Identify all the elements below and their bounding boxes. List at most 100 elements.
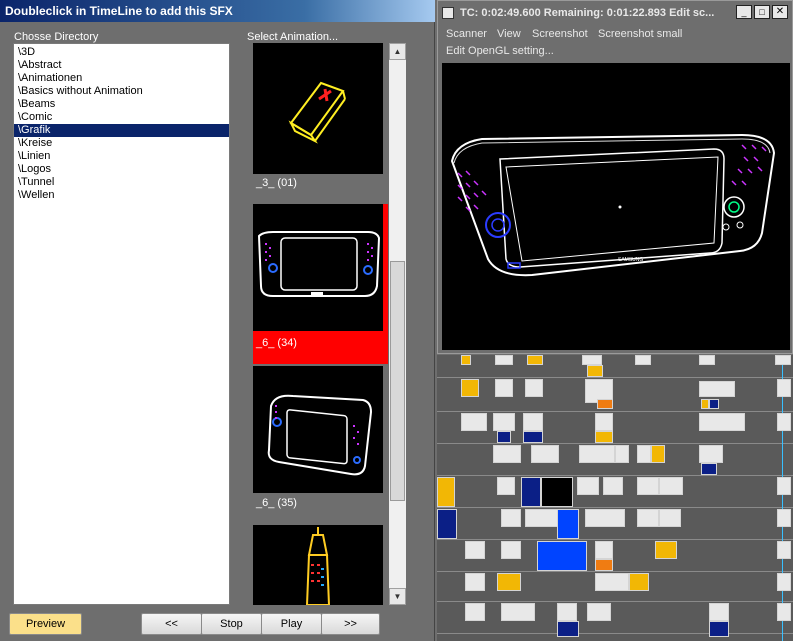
timeline-clip[interactable] — [557, 509, 579, 539]
timeline-clip[interactable] — [777, 477, 791, 495]
timeline-clip[interactable] — [777, 541, 791, 559]
animation-thumb-3[interactable] — [253, 366, 383, 493]
timeline-clip[interactable] — [577, 477, 599, 495]
directory-item[interactable]: \Basics without Animation — [14, 85, 229, 98]
timeline-clip[interactable] — [709, 621, 729, 637]
timeline-clip[interactable] — [603, 477, 623, 495]
timeline-clip[interactable] — [501, 603, 535, 621]
timeline-clip[interactable] — [557, 603, 577, 621]
timeline-clip[interactable] — [493, 445, 521, 463]
directory-item[interactable]: \Linien — [14, 150, 229, 163]
timeline-clip[interactable] — [437, 509, 457, 539]
directory-item[interactable]: \Tunnel — [14, 176, 229, 189]
directory-item[interactable]: \3D — [14, 46, 229, 59]
timeline-clip[interactable] — [777, 413, 791, 431]
forward-button[interactable]: >> — [321, 613, 380, 635]
timeline-clip[interactable] — [501, 509, 521, 527]
timeline-clip[interactable] — [651, 445, 665, 463]
timeline-clip[interactable] — [461, 379, 479, 397]
timeline-clip[interactable] — [597, 399, 613, 409]
timeline-clip[interactable] — [461, 355, 471, 365]
rewind-button[interactable]: << — [141, 613, 202, 635]
timeline-clip[interactable] — [557, 621, 579, 637]
timeline-clip[interactable] — [777, 379, 791, 397]
timeline-clip[interactable] — [461, 413, 487, 431]
directory-item[interactable]: \Abstract — [14, 59, 229, 72]
timeline-clip[interactable] — [699, 355, 715, 365]
animation-list[interactable]: _3_ (01) _6_ (34) _6_ (35) — [253, 43, 388, 605]
timeline-cursor[interactable] — [782, 355, 783, 641]
timeline-clip[interactable] — [585, 509, 625, 527]
timeline-clip[interactable] — [495, 379, 513, 397]
timeline-clip[interactable] — [525, 379, 543, 397]
timeline-clip[interactable] — [777, 573, 791, 591]
timeline-clip[interactable] — [655, 541, 677, 559]
timeline-clip[interactable] — [637, 509, 659, 527]
timeline-clip[interactable] — [523, 413, 543, 431]
animation-thumb-4[interactable] — [253, 525, 383, 605]
timeline-clip[interactable] — [701, 463, 717, 475]
scroll-down-button[interactable]: ▼ — [389, 588, 406, 605]
timeline-clip[interactable] — [699, 381, 735, 397]
timeline-clip[interactable] — [659, 509, 681, 527]
timeline-clip[interactable] — [595, 541, 613, 559]
menu-edit-opengl[interactable]: Edit OpenGL setting... — [446, 45, 554, 57]
directory-item[interactable]: \Comic — [14, 111, 229, 124]
timeline-clip[interactable] — [595, 413, 613, 431]
directory-item[interactable]: \Animationen — [14, 72, 229, 85]
timeline-clip[interactable] — [541, 477, 573, 507]
timeline-clip[interactable] — [579, 445, 615, 463]
directory-item[interactable]: \Wellen — [14, 189, 229, 202]
timeline-clip[interactable] — [465, 541, 485, 559]
menu-screenshot[interactable]: Screenshot — [532, 28, 588, 40]
maximize-button[interactable]: □ — [754, 5, 770, 19]
opengl-viewport[interactable]: SAMSUNG — [442, 63, 790, 350]
timeline-clip[interactable] — [775, 355, 791, 365]
directory-item[interactable]: \Grafik — [14, 124, 229, 137]
timeline-clip[interactable] — [582, 355, 602, 365]
timeline-clip[interactable] — [537, 541, 587, 571]
minimize-button[interactable]: _ — [736, 5, 752, 19]
timeline-clip[interactable] — [521, 477, 541, 507]
timeline-clip[interactable] — [497, 573, 521, 591]
timeline-clip[interactable] — [465, 573, 485, 591]
timeline-clip[interactable] — [595, 431, 613, 443]
timeline-clip[interactable] — [495, 355, 513, 365]
close-button[interactable]: ✕ — [772, 5, 788, 19]
directory-item[interactable]: \Logos — [14, 163, 229, 176]
timeline-clip[interactable] — [709, 399, 719, 409]
menu-scanner[interactable]: Scanner — [446, 28, 487, 40]
timeline-clip[interactable] — [629, 573, 649, 591]
timeline-clip[interactable] — [637, 445, 651, 463]
directory-item[interactable]: \Kreise — [14, 137, 229, 150]
timeline-clip[interactable] — [497, 477, 515, 495]
timeline-clip[interactable] — [777, 603, 791, 621]
timeline-clip[interactable] — [615, 445, 629, 463]
timeline-clip[interactable] — [465, 603, 485, 621]
timeline-clip[interactable] — [527, 355, 543, 365]
timeline-clip[interactable] — [699, 445, 723, 463]
timeline-clip[interactable] — [595, 559, 613, 571]
play-button[interactable]: Play — [261, 613, 322, 635]
timeline-clip[interactable] — [637, 477, 659, 495]
timeline-clip[interactable] — [497, 431, 511, 443]
animation-thumb-1[interactable] — [253, 43, 383, 174]
timeline-clip[interactable] — [587, 603, 611, 621]
preview-button[interactable]: Preview — [9, 613, 82, 635]
timeline-clip[interactable] — [493, 413, 515, 431]
timeline-clip[interactable] — [709, 603, 729, 621]
timeline-clip[interactable] — [699, 413, 745, 431]
directory-item[interactable]: \Beams — [14, 98, 229, 111]
timeline-clip[interactable] — [777, 509, 791, 527]
timeline-clip[interactable] — [523, 431, 543, 443]
stop-button[interactable]: Stop — [201, 613, 262, 635]
scroll-thumb[interactable] — [390, 261, 405, 501]
timeline[interactable] — [437, 355, 793, 641]
menu-view[interactable]: View — [497, 28, 521, 40]
timeline-clip[interactable] — [701, 399, 709, 409]
timeline-clip[interactable] — [635, 355, 651, 365]
timeline-clip[interactable] — [437, 477, 455, 507]
scroll-up-button[interactable]: ▲ — [389, 43, 406, 60]
timeline-clip[interactable] — [531, 445, 559, 463]
directory-list[interactable]: \3D \Abstract \Animationen \Basics without … — [13, 43, 230, 605]
